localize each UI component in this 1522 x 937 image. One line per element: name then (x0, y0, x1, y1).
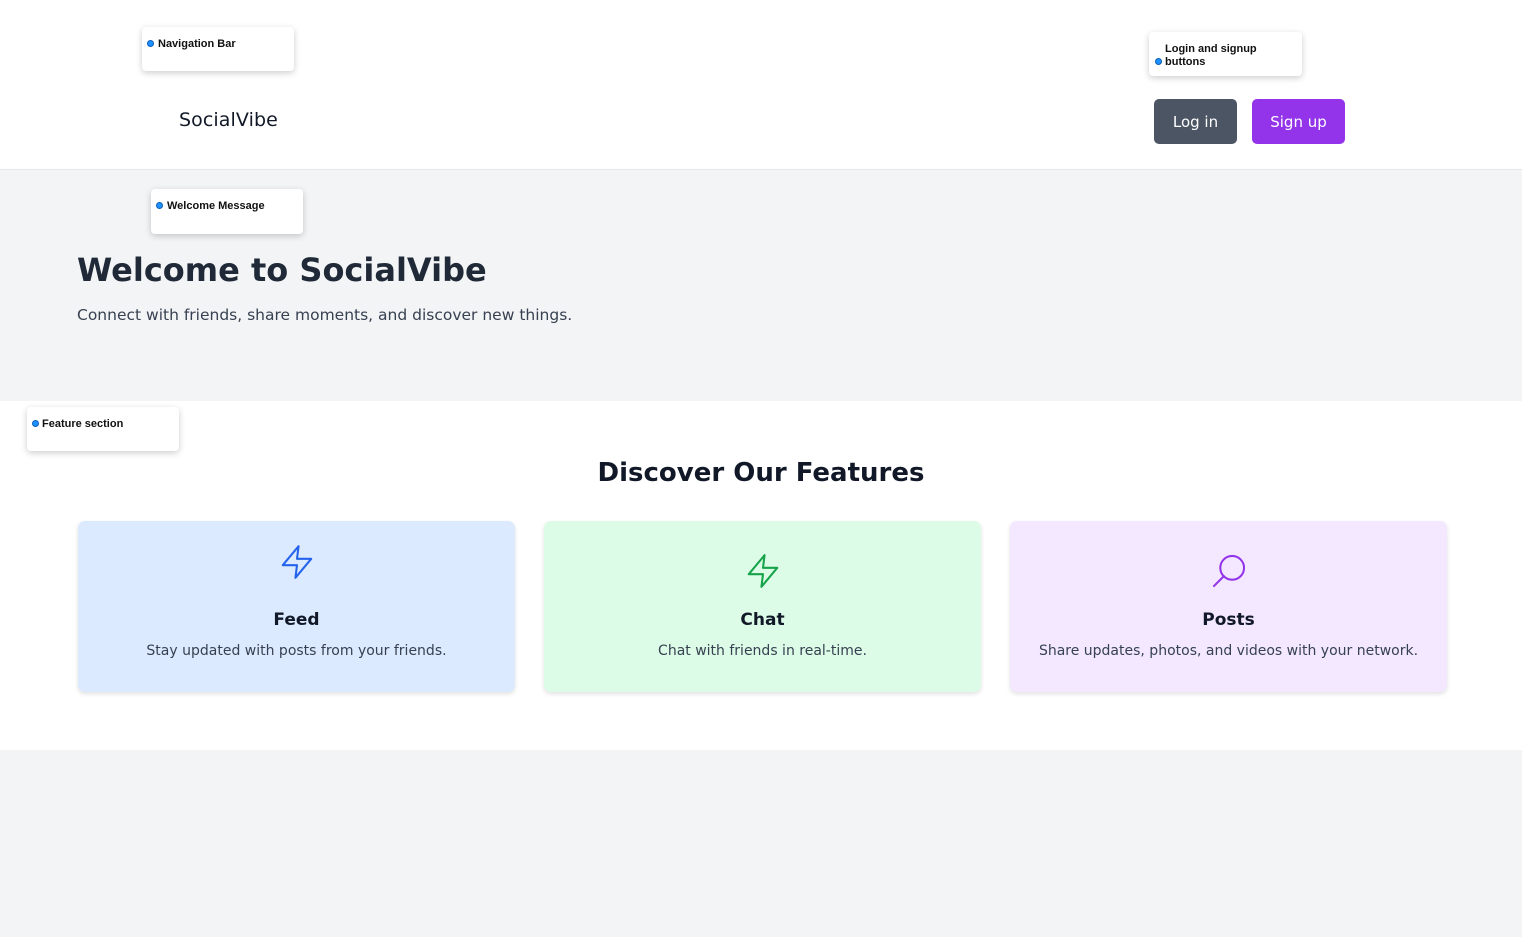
info-dot-icon (156, 202, 163, 209)
lightning-icon (544, 552, 981, 590)
annotation-navigation-bar: Navigation Bar (142, 27, 294, 71)
page: SocialVibe Log in Sign up Welcome to Soc… (0, 0, 1522, 937)
feature-card-title: Posts (1202, 610, 1255, 630)
brand-logo[interactable]: SocialVibe (179, 109, 278, 131)
feature-card-title: Chat (740, 610, 785, 630)
welcome-title: Welcome to SocialVibe (77, 251, 487, 289)
info-dot-icon (1155, 58, 1162, 65)
feature-card-description: Share updates, photos, and videos with y… (1038, 643, 1419, 659)
features-title: Discover Our Features (597, 458, 925, 488)
annotation-label: Navigation Bar (158, 38, 236, 50)
signup-button[interactable]: Sign up (1252, 99, 1345, 144)
lightning-icon (78, 543, 515, 581)
navigation-bar: SocialVibe Log in Sign up (0, 0, 1522, 170)
info-dot-icon (147, 40, 154, 47)
info-dot-icon (32, 420, 39, 427)
feature-card-description: Chat with friends in real-time. (658, 643, 867, 659)
welcome-subtitle: Connect with friends, share moments, and… (77, 306, 573, 324)
annotation-label: Feature section (42, 418, 124, 430)
annotation-label: Login and signup buttons (1165, 43, 1257, 68)
annotation-feature-section: Feature section (27, 407, 179, 451)
annotation-welcome-message: Welcome Message (151, 189, 303, 234)
login-button[interactable]: Log in (1154, 99, 1237, 144)
annotation-label: Welcome Message (167, 200, 265, 212)
feature-section: Discover Our Features Feed Stay updated … (0, 401, 1522, 750)
search-icon (1010, 552, 1447, 590)
feature-card-description: Stay updated with posts from your friend… (146, 643, 447, 659)
feature-card-title: Feed (273, 610, 320, 630)
annotation-login-signup: Login and signup buttons (1149, 32, 1302, 76)
feature-card-feed[interactable]: Feed Stay updated with posts from your f… (78, 521, 515, 692)
feature-card-chat[interactable]: Chat Chat with friends in real-time. (544, 521, 981, 692)
feature-card-posts[interactable]: Posts Share updates, photos, and videos … (1010, 521, 1447, 692)
